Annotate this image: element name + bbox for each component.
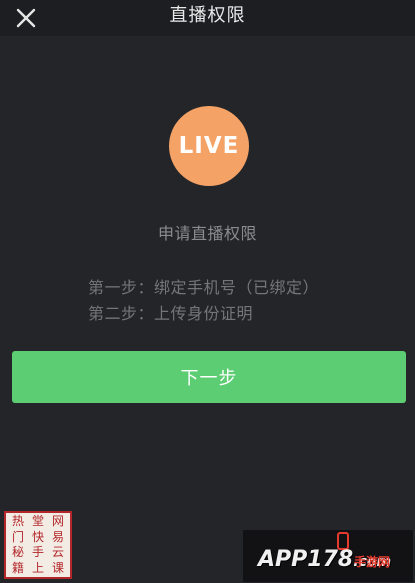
live-badge-text: LIVE [178,133,240,159]
next-step-button[interactable]: 下一步 [12,351,406,403]
step-one: 第一步：绑定手机号（已绑定） [88,278,320,297]
step-two: 第二步：上传身份证明 [88,304,254,323]
page-title: 直播权限 [169,5,246,26]
watermark-stamp: 热 堂 网 门 快 易 秘 手 云 籍 上 课 [4,511,72,579]
apply-title: 申请直播权限 [157,224,257,243]
watermark-sub: 手游网 [354,555,391,569]
top-bar: 直播权限 [0,0,415,36]
live-icon: LIVE [169,106,249,186]
